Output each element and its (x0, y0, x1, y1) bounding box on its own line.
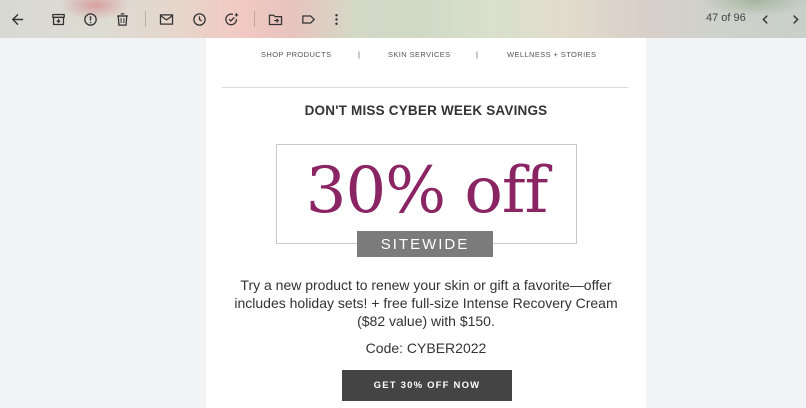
promo-discount-text: 30% off (305, 154, 549, 228)
get-offer-button[interactable]: GET 30% OFF NOW (342, 370, 512, 401)
chevron-left-icon[interactable] (753, 7, 777, 31)
promo-description: Try a new product to renew your skin or … (234, 277, 618, 329)
promo-code: Code: CYBER2022 (365, 340, 487, 356)
pager-count: 47 of 96 (706, 12, 746, 24)
nav-link-wellness-stories[interactable]: WELLNESS + STORIES (507, 50, 596, 59)
chevron-right-icon[interactable] (783, 7, 806, 31)
add-task-icon[interactable] (219, 7, 243, 31)
mark-unread-icon[interactable] (154, 7, 178, 31)
sitewide-badge: SITEWIDE (357, 231, 493, 257)
report-spam-icon[interactable] (78, 7, 102, 31)
promo-banner[interactable]: 30% off (276, 144, 577, 244)
nav-link-shop-products[interactable]: SHOP PRODUCTS (261, 50, 332, 59)
back-arrow-icon[interactable] (5, 7, 29, 31)
promo-headline: DON'T MISS CYBER WEEK SAVINGS (304, 103, 548, 118)
nav-separator: | (476, 50, 479, 59)
email-toolbar: 47 of 96 (0, 0, 806, 38)
nav-link-skin-services[interactable]: SKIN SERVICES (388, 50, 451, 59)
delete-icon[interactable] (110, 7, 134, 31)
snooze-icon[interactable] (187, 7, 211, 31)
label-icon[interactable] (296, 7, 320, 31)
archive-icon[interactable] (46, 7, 70, 31)
toolbar-divider (145, 11, 146, 27)
nav-separator: | (358, 50, 361, 59)
toolbar-divider (254, 11, 255, 27)
email-nav: SHOP PRODUCTS | SKIN SERVICES | WELLNESS… (206, 50, 646, 64)
email-content: SHOP PRODUCTS | SKIN SERVICES | WELLNESS… (206, 38, 646, 408)
more-icon[interactable] (324, 7, 348, 31)
divider (222, 87, 628, 88)
move-to-icon[interactable] (263, 7, 287, 31)
